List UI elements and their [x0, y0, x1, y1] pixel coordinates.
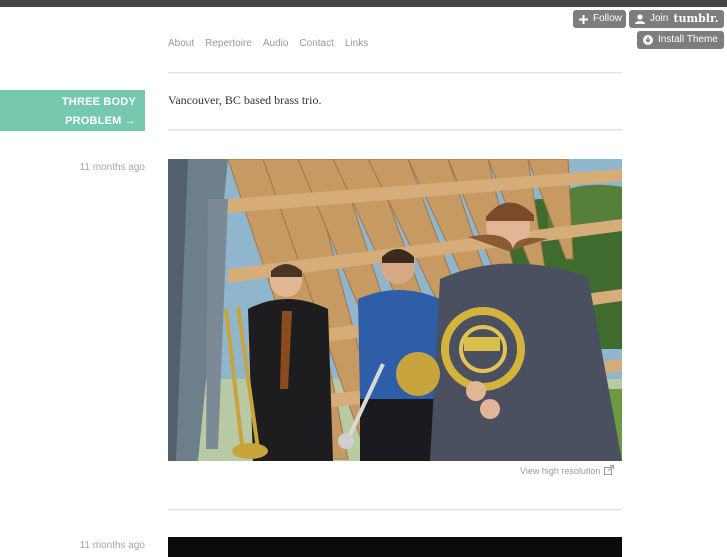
arrow-right-icon: →: [124, 115, 136, 127]
follow-button[interactable]: Follow: [573, 10, 626, 28]
main-nav: About Repertoire Audio Contact Links: [168, 38, 368, 49]
post-date[interactable]: 11 months ago: [0, 540, 145, 551]
tumblr-logo-text: tumblr.: [673, 12, 719, 25]
install-theme-button[interactable]: Install Theme: [637, 31, 724, 49]
view-high-resolution-label: View high resolution: [520, 466, 601, 476]
install-theme-label: Install Theme: [658, 34, 718, 45]
divider: [168, 129, 622, 131]
view-high-resolution-link[interactable]: View high resolution: [520, 465, 615, 477]
post-video-embed[interactable]: [168, 537, 622, 557]
download-icon: [643, 35, 653, 45]
post-date[interactable]: 11 months ago: [0, 162, 145, 173]
nav-audio[interactable]: Audio: [263, 38, 289, 49]
blog-title-badge[interactable]: THREE BODY PROBLEM →: [0, 90, 145, 131]
divider: [168, 509, 622, 511]
external-link-icon: [604, 465, 615, 477]
nav-repertoire[interactable]: Repertoire: [205, 38, 252, 49]
nav-about[interactable]: About: [168, 38, 194, 49]
user-icon: [635, 14, 645, 24]
blog-title-line1: THREE BODY: [61, 96, 136, 108]
band-photo-illustration: [168, 159, 622, 461]
nav-contact[interactable]: Contact: [299, 38, 333, 49]
blog-title-line2: PROBLEM: [65, 115, 122, 127]
top-bar: [0, 0, 727, 7]
plus-icon: [579, 14, 588, 24]
join-tumblr-button[interactable]: Join tumblr.: [629, 10, 724, 28]
follow-label: Follow: [593, 13, 622, 24]
join-label: Join: [650, 13, 669, 24]
post-photo[interactable]: [168, 159, 622, 461]
divider: [168, 72, 622, 74]
nav-links[interactable]: Links: [345, 38, 368, 49]
blog-description: Vancouver, BC based brass trio.: [168, 93, 322, 107]
